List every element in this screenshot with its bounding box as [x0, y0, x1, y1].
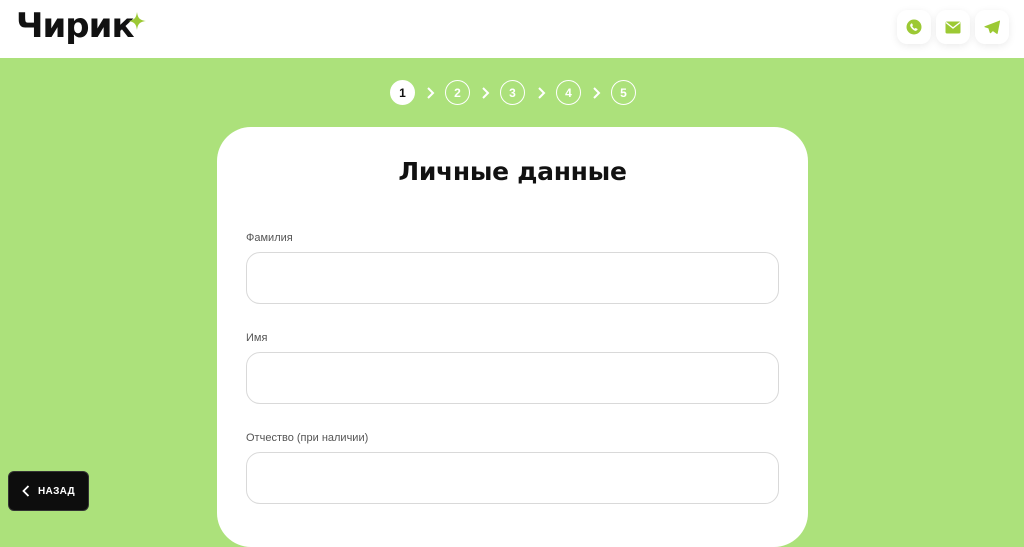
- site-header: Чирик: [0, 0, 1024, 58]
- telegram-button[interactable]: [975, 10, 1009, 44]
- back-button-label: НАЗАД: [38, 485, 75, 497]
- step-2[interactable]: 2: [445, 80, 470, 105]
- last-name-label: Фамилия: [246, 232, 293, 244]
- whatsapp-button[interactable]: [897, 10, 931, 44]
- patronymic-input[interactable]: [246, 452, 779, 504]
- step-3[interactable]: 3: [500, 80, 525, 105]
- chevron-right-icon: [593, 87, 601, 99]
- step-1[interactable]: 1: [390, 80, 415, 105]
- patronymic-label: Отчество (при наличии): [246, 432, 369, 444]
- email-button[interactable]: [936, 10, 970, 44]
- chevron-right-icon: [538, 87, 546, 99]
- back-button[interactable]: НАЗАД: [8, 471, 89, 511]
- first-name-label: Имя: [246, 332, 268, 344]
- logo-text: Чирик: [16, 6, 135, 46]
- logo[interactable]: Чирик: [16, 6, 135, 46]
- step-4[interactable]: 4: [556, 80, 581, 105]
- step-5[interactable]: 5: [611, 80, 636, 105]
- personal-data-form: Личные данные Фамилия Имя Отчество (при …: [217, 127, 808, 547]
- chevron-right-icon: [427, 87, 435, 99]
- last-name-input[interactable]: [246, 252, 779, 304]
- sparkle-icon: [128, 12, 146, 30]
- progress-stepper: 1 2 3 4 5: [0, 80, 1024, 106]
- phone-icon: [906, 19, 922, 35]
- form-title: Личные данные: [398, 157, 627, 186]
- chevron-left-icon: [22, 485, 30, 497]
- first-name-input[interactable]: [246, 352, 779, 404]
- mail-icon: [945, 21, 961, 33]
- telegram-icon: [984, 20, 1000, 34]
- chevron-right-icon: [482, 87, 490, 99]
